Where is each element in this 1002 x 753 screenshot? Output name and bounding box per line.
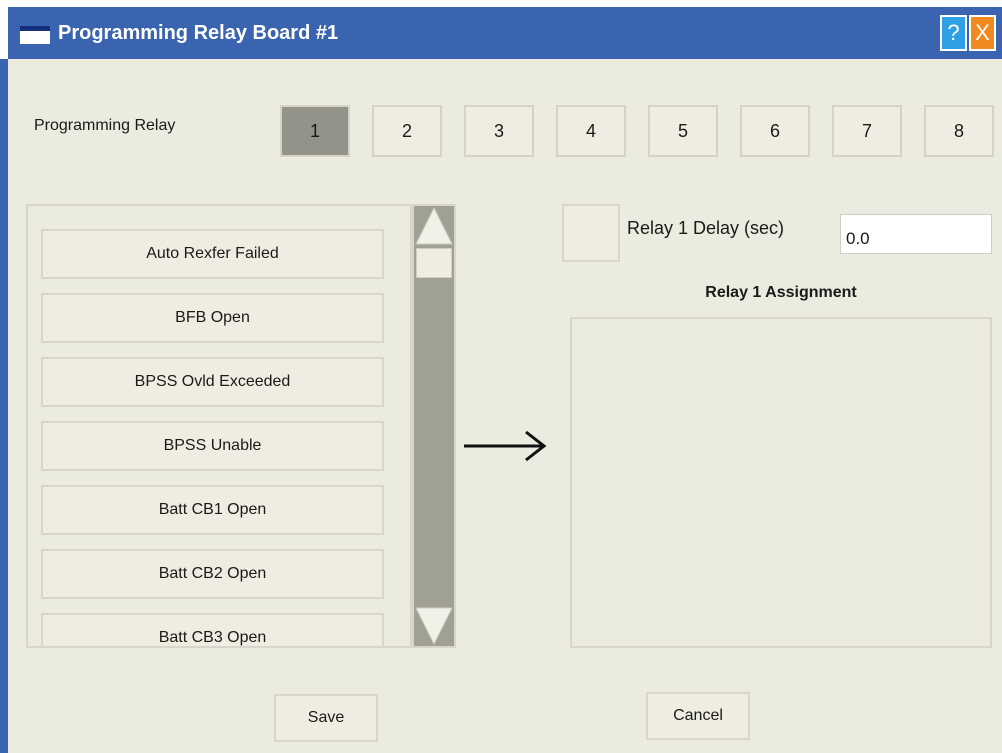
programming-relay-dialog: Programming Relay Board #1 ? X Programmi… [0,0,1002,753]
list-item[interactable]: BPSS Ovld Exceeded [41,357,384,407]
programming-relay-label: Programming Relay [34,117,176,134]
list-item[interactable]: Auto Rexfer Failed [41,229,384,279]
relay-delay-label: Relay 1 Delay (sec) [627,218,785,238]
relay-button-3[interactable]: 3 [464,105,534,157]
title-bar[interactable]: Programming Relay Board #1 ? X [8,7,1002,59]
relay-button-7[interactable]: 7 [832,105,902,157]
relay-delay-input[interactable] [840,214,992,254]
relay-assignment-title: Relay 1 Assignment [705,284,857,301]
right-arrow-icon [464,430,547,462]
event-list-scrollbar[interactable] [412,204,456,648]
relay-assignment-list[interactable] [570,317,992,648]
list-item[interactable]: BPSS Unable [41,421,384,471]
save-button[interactable]: Save [274,694,378,742]
relay-button-8[interactable]: 8 [924,105,994,157]
cancel-button[interactable]: Cancel [646,692,750,740]
list-item[interactable]: Batt CB2 Open [41,549,384,599]
relay-button-2[interactable]: 2 [372,105,442,157]
window-icon [20,26,50,44]
relay-button-1[interactable]: 1 [280,105,350,157]
delay-enable-checkbox[interactable] [562,204,620,262]
relay-button-5[interactable]: 5 [648,105,718,157]
list-item[interactable]: BFB Open [41,293,384,343]
window-title: Programming Relay Board #1 [58,22,339,44]
triangle-up-icon[interactable] [414,206,454,246]
help-button[interactable]: ? [940,15,967,51]
list-item[interactable]: Batt CB3 Open [41,613,384,646]
relay-button-6[interactable]: 6 [740,105,810,157]
scroll-thumb[interactable] [416,248,452,278]
triangle-down-icon[interactable] [414,606,454,646]
relay-button-4[interactable]: 4 [556,105,626,157]
close-button[interactable]: X [969,15,996,51]
event-list[interactable]: Auto Rexfer Failed BFB Open BPSS Ovld Ex… [26,204,412,648]
window-frame-left [0,59,8,753]
list-item[interactable]: Batt CB1 Open [41,485,384,535]
